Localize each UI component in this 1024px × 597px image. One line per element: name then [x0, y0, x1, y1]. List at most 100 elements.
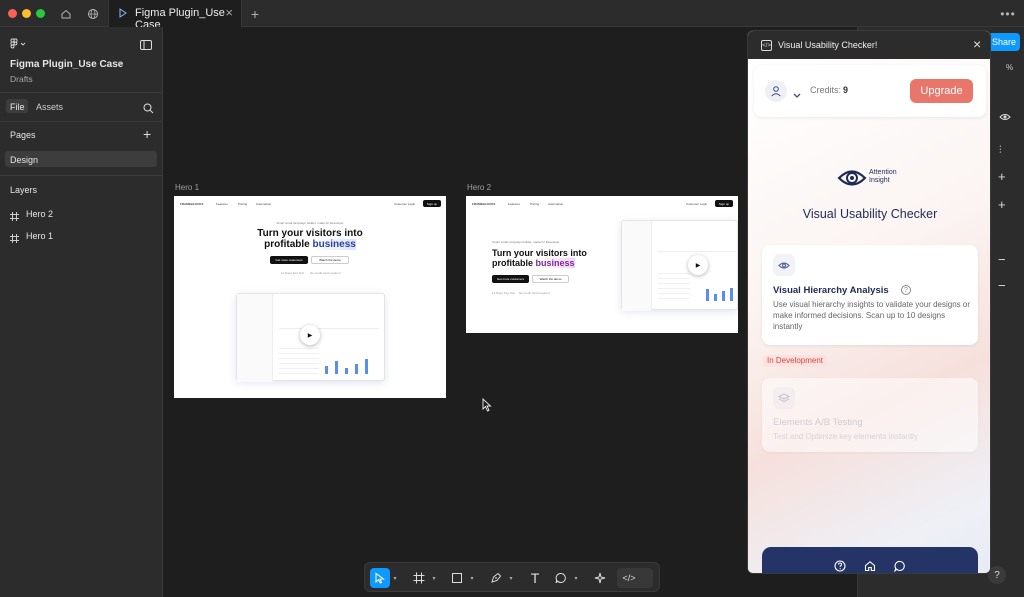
upgrade-button[interactable]: Upgrade [910, 79, 973, 103]
maximize-window-button[interactable] [36, 9, 45, 18]
frame-label-hero-1[interactable]: Hero 1 [175, 183, 199, 192]
rectangle-tool-icon[interactable] [447, 568, 467, 588]
home-icon[interactable] [862, 558, 878, 573]
help-icon[interactable] [832, 558, 848, 573]
frame-hero-2[interactable]: FRAMEBLOCKS Features Pricing Automation … [466, 196, 738, 333]
eye-icon [773, 254, 795, 276]
layer-item-hero-1[interactable]: Hero 1 [26, 231, 53, 241]
text-tool-icon[interactable]: T [525, 568, 545, 588]
chevron-down-icon[interactable]: ▾ [429, 568, 439, 588]
globe-icon[interactable] [84, 5, 102, 23]
move-tool-icon[interactable] [370, 568, 390, 588]
mini-nav-item: Automation [256, 202, 272, 206]
close-tab-icon[interactable]: × [225, 5, 233, 20]
sidebar-toggle-icon[interactable] [140, 37, 152, 55]
status-badge: In Development [763, 355, 828, 367]
file-location: Drafts [10, 74, 33, 84]
tab-assets[interactable]: Assets [36, 102, 63, 112]
mini-nav-item: Automation [548, 202, 564, 206]
mini-cta-secondary: Watch the demo [311, 256, 349, 264]
add-fill-icon[interactable]: + [998, 169, 1006, 184]
share-button[interactable]: Share [988, 33, 1020, 51]
eye-icon[interactable] [999, 109, 1011, 127]
close-icon[interactable]: × [973, 36, 981, 52]
mini-dashboard: ▶ [621, 220, 738, 311]
file-menu-chevron-icon[interactable]: ▾ [118, 59, 122, 68]
mini-headline-2: profitable business [264, 239, 356, 250]
remove-icon[interactable]: − [998, 252, 1006, 267]
mini-kicker: Smart small campaign builder, made for D… [492, 240, 560, 244]
layer-item-hero-2[interactable]: Hero 2 [26, 209, 53, 219]
account-card: Credits: 9 Upgrade [754, 65, 986, 117]
chevron-down-icon[interactable]: ▾ [390, 568, 400, 588]
frame-icon [10, 208, 19, 226]
tab-file[interactable]: Figma Plugin_Use Case × [108, 0, 242, 31]
mini-nav-item: Features [216, 202, 228, 206]
tab-file-label[interactable]: File [10, 102, 25, 112]
plugin-bottom-nav [762, 547, 978, 573]
frame-tool-icon[interactable] [409, 568, 429, 588]
mini-login: Customer Login [394, 202, 416, 206]
file-name[interactable]: Figma Plugin_Use Case [10, 59, 123, 70]
search-icon[interactable] [143, 101, 154, 119]
adjust-icon[interactable]: ⫶ [999, 145, 1002, 156]
code-icon: </> [622, 573, 636, 583]
dev-mode-toggle[interactable]: </> [617, 568, 653, 588]
minimize-window-button[interactable] [22, 9, 31, 18]
plugin-header: </> Visual Usability Checker! × [748, 31, 990, 59]
feature-title: Elements A/B Testing [773, 417, 863, 428]
mini-headline-1: Turn your visitors into [257, 228, 363, 239]
chevron-down-icon[interactable]: ▾ [506, 568, 516, 588]
add-page-icon[interactable]: + [143, 126, 151, 142]
feature-card-visual-hierarchy[interactable]: Visual Hierarchy Analysis ? Use visual h… [762, 245, 978, 345]
more-options-icon[interactable]: ••• [999, 5, 1017, 23]
mini-brand: FRAMEBLOCKS [472, 202, 496, 206]
play-icon: ▶ [688, 255, 708, 275]
chat-icon[interactable] [892, 558, 908, 573]
pen-tool-icon[interactable] [486, 568, 506, 588]
bottom-toolbar: ▾ ▾ ▾ ▾ T ▾ </> [364, 562, 660, 592]
mini-login: Customer Login [686, 202, 708, 206]
plugin-title: Visual Usability Checker! [778, 40, 878, 50]
plugin-tab-icon [119, 8, 127, 18]
plugin-body: Credits: 9 Upgrade Attention Insight Vis… [748, 59, 990, 573]
credits-value: 9 [843, 85, 849, 95]
add-stroke-icon[interactable]: + [998, 197, 1006, 212]
divider [0, 121, 163, 122]
mini-note: No credit card required [519, 291, 550, 295]
feature-card-ab-testing: Elements A/B Testing Test and Optimize k… [762, 378, 978, 452]
pages-heading: Pages [10, 130, 36, 140]
plugin-window: </> Visual Usability Checker! × Credits:… [747, 30, 991, 574]
remove-icon[interactable]: − [998, 278, 1006, 293]
layers-heading: Layers [10, 185, 38, 195]
info-icon[interactable]: ? [901, 285, 911, 295]
mouse-cursor-icon [482, 397, 492, 417]
figma-menu-icon[interactable] [10, 37, 26, 55]
mini-cta-primary: Get more customers [270, 256, 308, 264]
play-icon: ▶ [300, 325, 320, 345]
chevron-down-icon[interactable] [793, 86, 801, 104]
credits-label: Credits: [810, 85, 842, 95]
user-avatar-icon[interactable] [765, 80, 787, 102]
mini-dashboard: ▶ [236, 293, 385, 382]
frame-icon [10, 230, 19, 248]
mini-note: No credit card required [310, 271, 341, 275]
new-tab-icon[interactable]: + [246, 5, 264, 23]
chevron-down-icon[interactable]: ▾ [467, 568, 477, 588]
feature-title: Visual Hierarchy Analysis [773, 285, 889, 296]
left-sidebar: Figma Plugin_Use Case ▾ Drafts File Asse… [0, 27, 163, 597]
comment-tool-icon[interactable] [551, 568, 571, 588]
home-icon[interactable] [57, 5, 75, 23]
frame-hero-1[interactable]: FRAMEBLOCKS Features Pricing Automation … [174, 196, 446, 398]
mini-brand: FRAMEBLOCKS [180, 202, 204, 206]
ai-sparkle-icon[interactable] [590, 568, 610, 588]
divider [0, 175, 163, 176]
frame-label-hero-2[interactable]: Hero 2 [467, 183, 491, 192]
divider [0, 92, 163, 93]
plugin-main-title: Visual Usability Checker [802, 207, 938, 221]
close-window-button[interactable] [8, 9, 17, 18]
chevron-down-icon[interactable]: ▾ [571, 568, 581, 588]
mini-headline-2: profitable business [492, 258, 575, 268]
mini-nav-item: Features [508, 202, 520, 206]
zoom-indicator[interactable]: % [1006, 63, 1013, 72]
